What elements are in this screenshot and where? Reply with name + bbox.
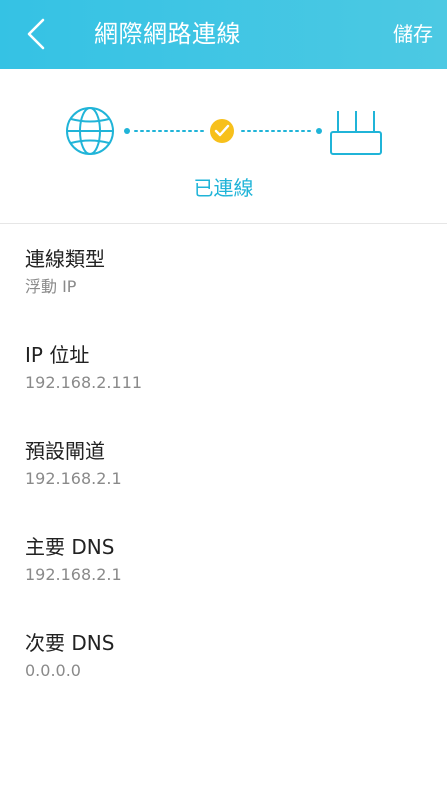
field-label: 預設閘道	[25, 439, 105, 463]
field-label: IP 位址	[25, 343, 90, 367]
connection-diagram	[66, 107, 382, 155]
back-button[interactable]	[18, 14, 54, 54]
field-label: 主要 DNS	[25, 535, 115, 559]
field-value: 192.168.2.1	[25, 565, 122, 584]
field-value: 192.168.2.111	[25, 373, 143, 392]
list-item-ip-address: IP 位址 192.168.2.111	[25, 342, 425, 394]
save-button[interactable]: 儲存	[393, 0, 433, 69]
field-label: 連線類型	[25, 247, 105, 271]
list-item-connection-type: 連線類型 浮動 IP	[25, 246, 425, 298]
app-header: 網際網路連線 儲存	[0, 0, 447, 69]
connection-line-right	[241, 128, 322, 134]
field-value: 192.168.2.1	[25, 469, 122, 488]
check-icon	[210, 119, 234, 143]
connection-line-left	[124, 128, 204, 134]
router-icon	[330, 111, 382, 155]
field-label: 次要 DNS	[25, 631, 115, 655]
field-value: 浮動 IP	[25, 277, 77, 296]
connection-status-panel: 已連線	[0, 69, 447, 224]
field-value: 0.0.0.0	[25, 661, 81, 680]
list-item-primary-dns: 主要 DNS 192.168.2.1	[25, 534, 425, 586]
connection-status-label: 已連線	[193, 176, 254, 200]
list-item-secondary-dns: 次要 DNS 0.0.0.0	[25, 630, 425, 682]
page-title: 網際網路連線	[94, 20, 241, 48]
chevron-left-icon	[27, 18, 45, 50]
list-item-default-gateway: 預設閘道 192.168.2.1	[25, 438, 425, 490]
globe-icon	[66, 107, 114, 155]
